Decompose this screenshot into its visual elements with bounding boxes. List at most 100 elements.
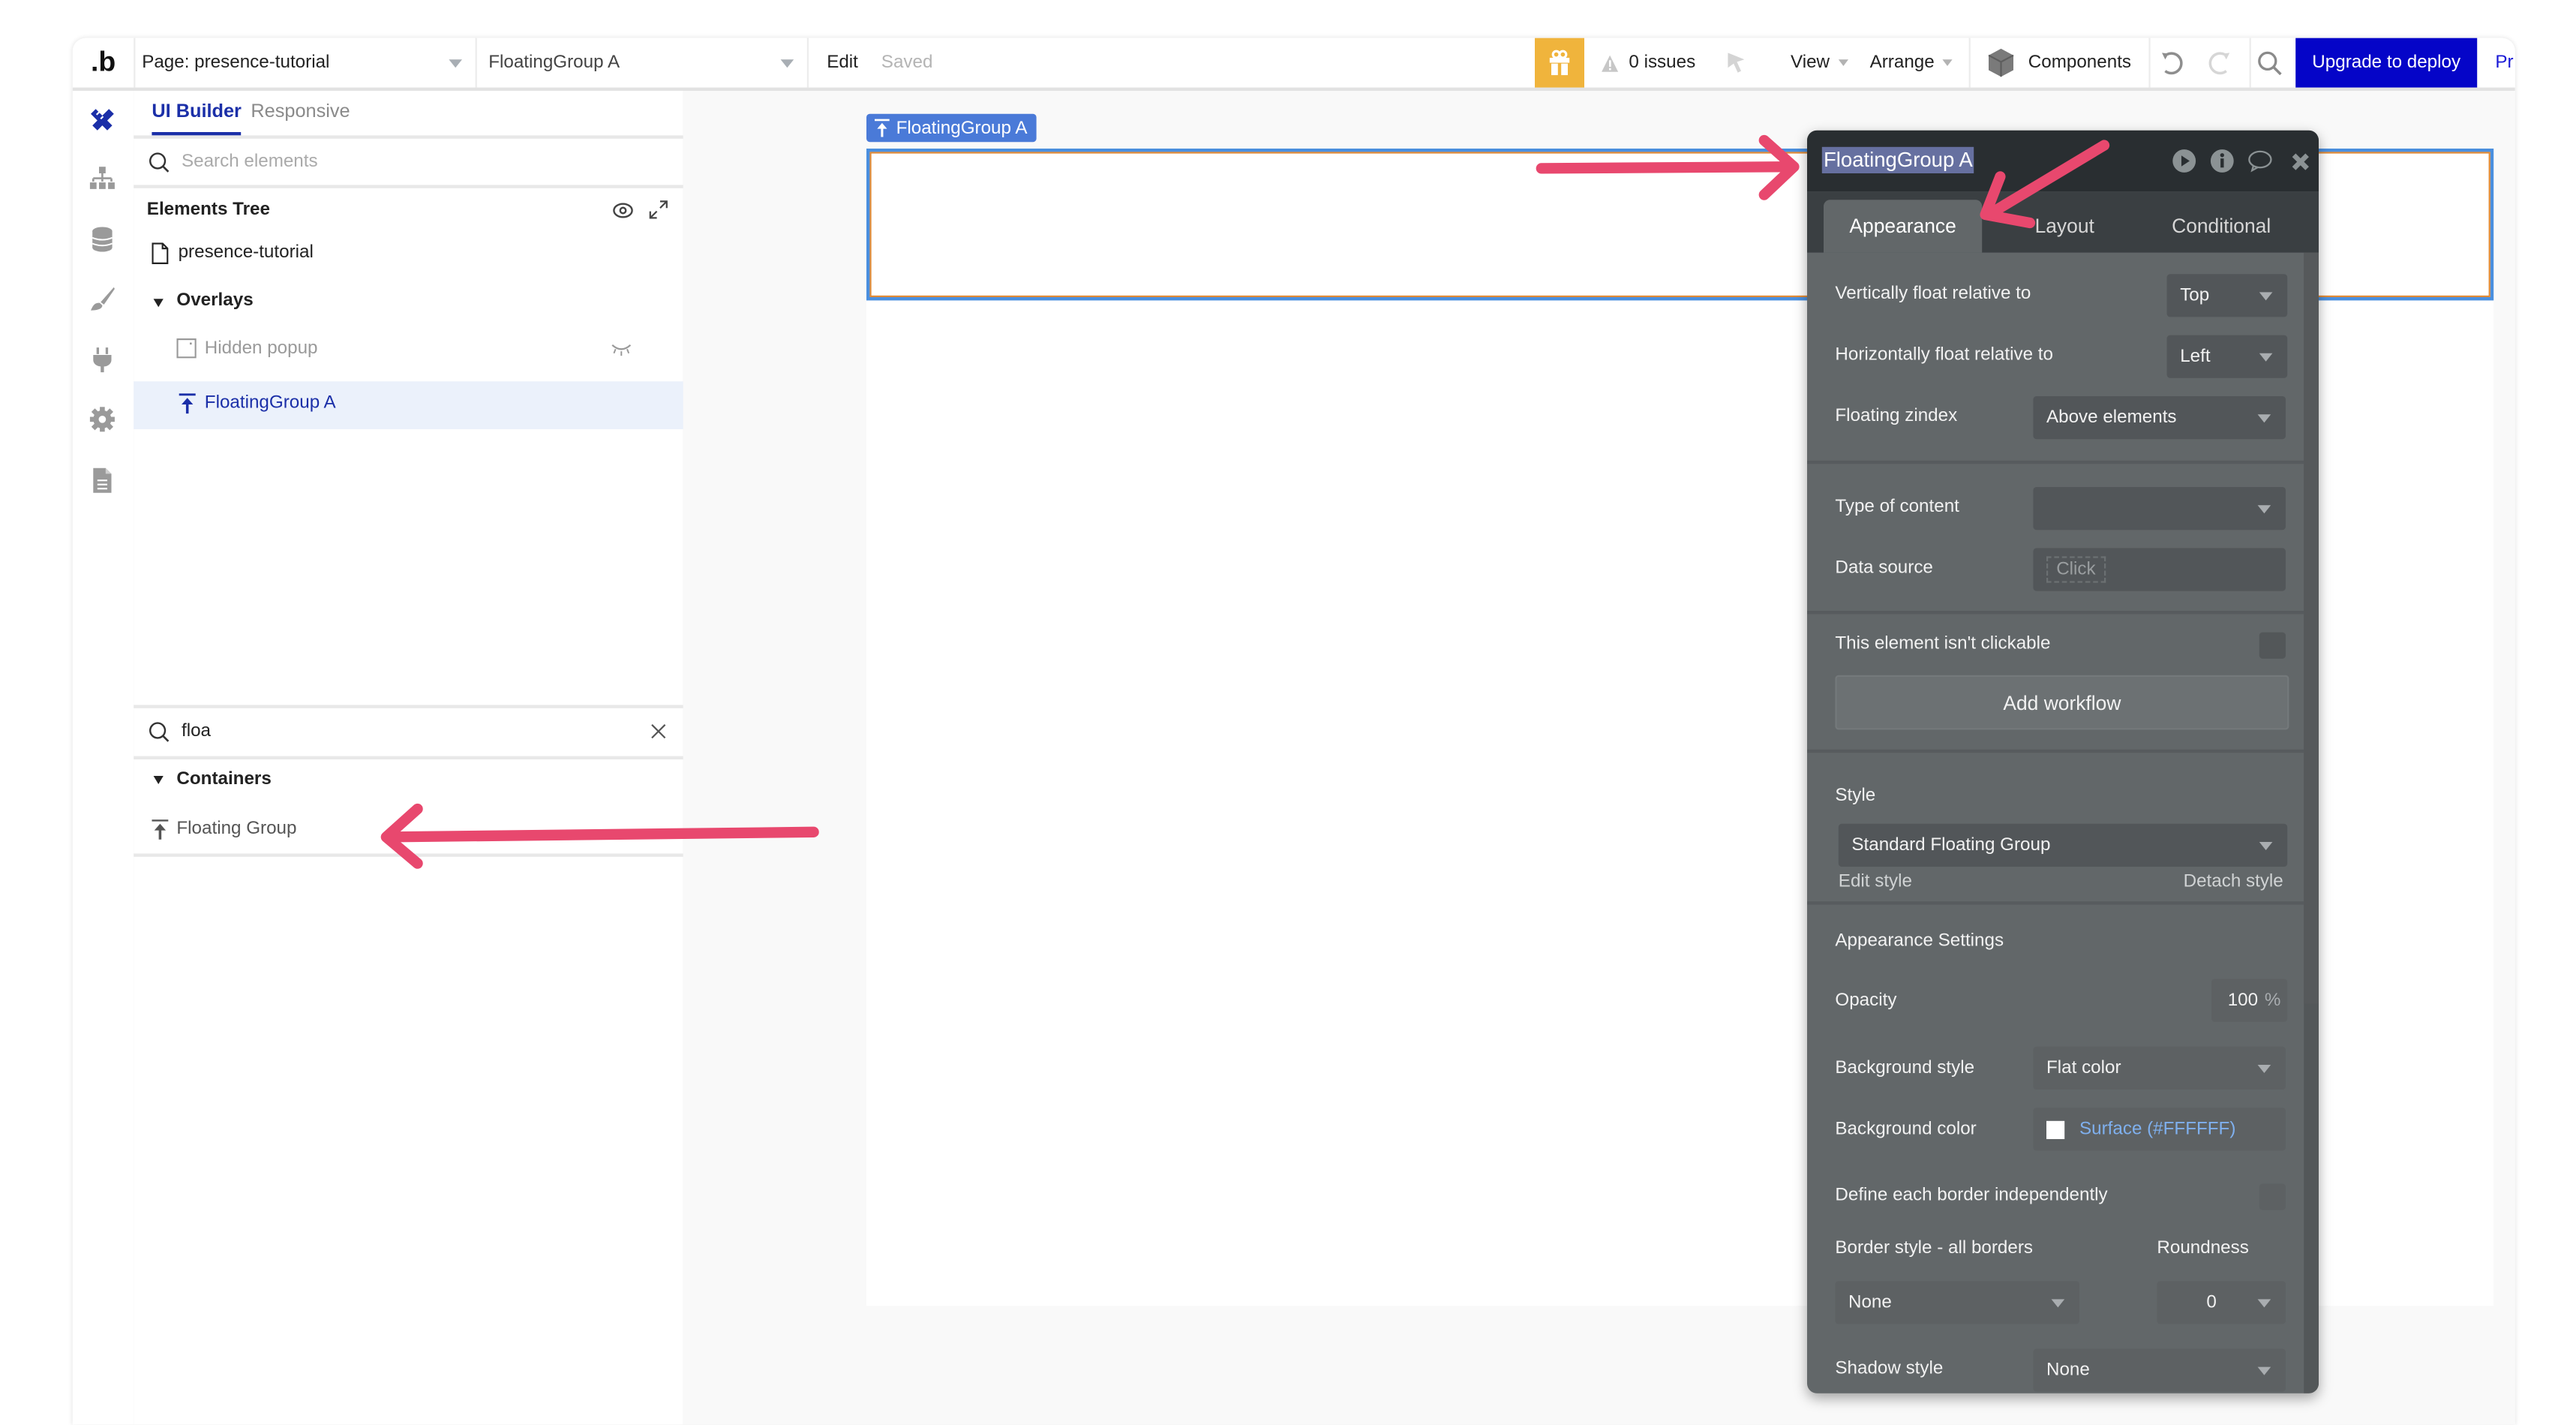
border-style-label: Border style - all borders — [1835, 1238, 2034, 1258]
chevron-down-icon — [2257, 505, 2271, 514]
zindex-dropdown[interactable]: Above elements — [2033, 396, 2286, 440]
shadow-style-dropdown[interactable]: None — [2033, 1348, 2286, 1392]
vertical-float-dropdown[interactable]: Top — [2166, 274, 2288, 317]
chevron-down-icon — [2259, 353, 2273, 362]
tab-conditional[interactable]: Conditional — [2142, 200, 2301, 252]
data-icon — [92, 227, 113, 252]
search-elements-field[interactable]: Search elements — [134, 139, 683, 185]
divider — [1807, 749, 2304, 753]
bg-color-picker[interactable]: Surface (#FFFFFF) — [2033, 1108, 2286, 1151]
rail-plugins[interactable] — [88, 345, 118, 375]
appearance-settings-label: Appearance Settings — [1835, 930, 2004, 952]
horizontal-float-dropdown[interactable]: Left — [2166, 335, 2288, 378]
search-icon — [149, 722, 170, 742]
content-type-dropdown[interactable] — [2033, 487, 2286, 531]
element-name-field[interactable]: FloatingGroup A — [1821, 146, 1974, 173]
gift-icon — [1549, 50, 1570, 76]
tab-responsive[interactable]: Responsive — [251, 102, 350, 122]
caret-down-icon[interactable] — [153, 299, 164, 308]
property-scrollbar-thumb[interactable] — [2304, 252, 2319, 1004]
issues-button[interactable]: 0 issues — [1601, 38, 1695, 88]
page-selector[interactable]: Page: presence-tutorial — [134, 38, 475, 88]
cursor-icon — [1728, 53, 1745, 73]
content-type-label: Type of content — [1835, 497, 1959, 517]
arrange-menu[interactable]: Arrange — [1870, 38, 1953, 88]
comment-button[interactable] — [2247, 149, 2272, 173]
chevron-down-icon — [2259, 292, 2273, 301]
element-info-button[interactable] — [2210, 149, 2235, 173]
caret-down-icon[interactable] — [153, 776, 164, 784]
undo-button[interactable] — [2160, 38, 2184, 88]
components-button[interactable]: Components — [1987, 38, 2131, 88]
popup-icon — [176, 338, 197, 359]
data-source-click-placeholder[interactable]: Click — [2046, 556, 2106, 583]
tree-group-overlays[interactable]: Overlays — [134, 286, 683, 322]
tree-item-page[interactable]: presence-tutorial — [134, 238, 683, 274]
divider — [1807, 611, 2304, 615]
element-selector[interactable]: FloatingGroup A — [476, 38, 807, 88]
bubble-logo[interactable]: .b — [91, 38, 116, 88]
chevron-down-icon — [2257, 1065, 2271, 1073]
element-palette-search-field[interactable]: floa — [134, 708, 683, 756]
style-dropdown[interactable]: Standard Floating Group — [1838, 823, 2288, 867]
shadow-style-label: Shadow style — [1835, 1358, 1944, 1378]
tree-item-floatinggroup-a[interactable]: FloatingGroup A — [134, 381, 683, 429]
close-button[interactable] — [2287, 149, 2312, 173]
tab-ui-builder[interactable]: UI Builder — [152, 102, 241, 122]
palette-category-containers[interactable]: Containers — [134, 762, 683, 798]
tab-appearance[interactable]: Appearance — [1824, 200, 1983, 253]
data-source-field[interactable]: Click — [2033, 548, 2286, 591]
palette-item-floating-group[interactable]: Floating Group — [134, 810, 683, 850]
bg-color-value[interactable]: Surface (#FFFFFF) — [2079, 1120, 2235, 1139]
border-style-dropdown[interactable]: None — [1835, 1281, 2079, 1324]
divider — [1807, 460, 2304, 464]
rail-logs[interactable] — [88, 465, 118, 495]
clear-search-icon[interactable] — [650, 723, 667, 740]
property-tabs: Appearance Layout Conditional — [1807, 191, 2319, 253]
search-button[interactable] — [2258, 38, 2283, 88]
gift-button[interactable] — [1535, 38, 1584, 88]
rail-design[interactable] — [88, 104, 118, 134]
preview-button[interactable]: Pr — [2495, 38, 2513, 88]
edit-style-link[interactable]: Edit style — [1839, 872, 1912, 891]
element-palette-search-input[interactable]: floa — [182, 721, 211, 741]
property-editor-header[interactable]: FloatingGroup A — [1807, 130, 2319, 192]
expand-icon[interactable] — [649, 200, 668, 219]
rail-data[interactable] — [88, 224, 118, 254]
hidden-eye-icon[interactable] — [611, 344, 632, 357]
not-clickable-checkbox[interactable] — [2259, 632, 2286, 659]
rail-structure[interactable] — [88, 164, 118, 194]
plug-icon — [93, 347, 112, 373]
border-independent-checkbox[interactable] — [2259, 1183, 2286, 1210]
add-workflow-button[interactable]: Add workflow — [1835, 675, 2289, 730]
upgrade-to-deploy-button[interactable]: Upgrade to deploy — [2295, 38, 2478, 88]
search-elements-input[interactable]: Search elements — [182, 152, 318, 171]
tree-item-label: presence-tutorial — [178, 242, 314, 263]
view-menu-label: View — [1791, 53, 1830, 73]
chevron-down-icon — [2257, 1366, 2271, 1375]
eye-icon[interactable] — [612, 201, 634, 219]
icon-rail — [72, 91, 136, 1425]
not-clickable-label: This element isn't clickable — [1835, 633, 2051, 654]
tree-item-hidden-popup[interactable]: Hidden popup — [134, 333, 683, 369]
selected-element-label[interactable]: FloatingGroup A — [866, 113, 1036, 143]
redo-icon — [2208, 51, 2230, 74]
inspect-cursor-button[interactable] — [1726, 38, 1746, 88]
divider — [134, 756, 683, 759]
roundness-dropdown[interactable]: 0 — [2157, 1281, 2286, 1324]
view-menu[interactable]: View — [1791, 38, 1848, 88]
bg-style-dropdown[interactable]: Flat color — [2033, 1046, 2286, 1090]
rail-settings[interactable] — [88, 404, 118, 434]
tab-layout[interactable]: Layout — [1998, 200, 2130, 252]
edit-menu[interactable]: Edit — [827, 38, 858, 88]
rail-styles[interactable] — [88, 284, 118, 314]
border-style-value: None — [1848, 1292, 1892, 1312]
color-swatch[interactable] — [2046, 1120, 2065, 1138]
page-icon — [152, 242, 169, 264]
detach-style-link[interactable]: Detach style — [2184, 872, 2283, 891]
top-bar: .b Page: presence-tutorial FloatingGroup… — [72, 38, 2515, 91]
redo-button[interactable] — [2208, 38, 2232, 88]
preview-element-button[interactable] — [2172, 149, 2196, 173]
opacity-input[interactable]: 100 % — [2211, 979, 2288, 1022]
floating-group-icon — [152, 819, 169, 840]
